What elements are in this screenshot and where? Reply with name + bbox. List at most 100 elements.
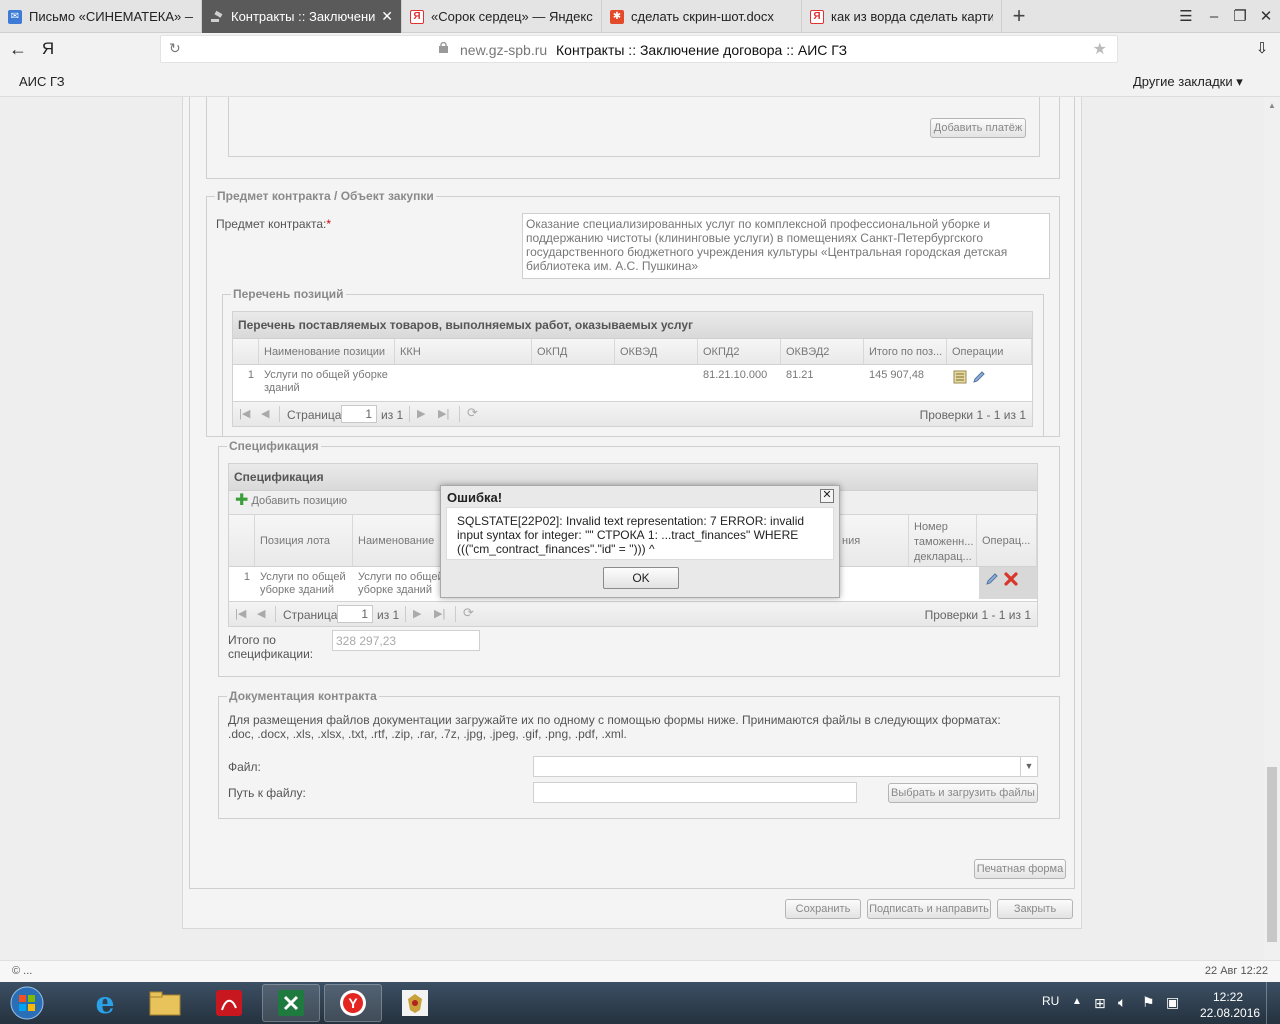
upload-files-button[interactable]: Выбрать и загрузить файлы (888, 783, 1038, 803)
next-page-icon[interactable]: ▶ (417, 407, 425, 420)
bookmark-ais-gz[interactable]: АИС ГЗ (19, 74, 65, 89)
minimize-icon[interactable]: – (1200, 0, 1228, 33)
refresh-icon[interactable]: ⟳ (467, 405, 478, 421)
star-icon[interactable]: ★ (1093, 39, 1107, 59)
col-operations[interactable]: Операции (947, 339, 1032, 364)
sign-and-send-button[interactable]: Подписать и направить (867, 899, 991, 919)
edit-icon[interactable] (984, 571, 1000, 587)
close-icon[interactable]: ✕ (820, 489, 834, 503)
menu-icon[interactable]: ☰ (1172, 0, 1200, 33)
tab-label: как из ворда сделать карти (831, 9, 993, 24)
col-position-name[interactable]: Наименование позиции (259, 339, 395, 364)
volume-icon[interactable]: 🔈︎ (1118, 994, 1126, 1024)
refresh-icon[interactable]: ⟳ (463, 605, 474, 621)
status-left: © ... (12, 965, 33, 977)
catalog-icon[interactable] (952, 369, 968, 385)
tray-expand-icon[interactable]: ▲ (1072, 996, 1082, 1024)
last-page-icon[interactable]: ▶| (434, 607, 445, 620)
tab-yandex-search[interactable]: Я «Сорок сердец» — Яндекс (402, 0, 602, 33)
col-kkn[interactable]: ККН (395, 339, 532, 364)
edit-icon[interactable] (971, 369, 987, 385)
prev-page-icon[interactable]: ◀ (257, 607, 265, 620)
yandex-browser-icon: Y (340, 990, 366, 1016)
tab-docx[interactable]: ✱ сделать скрин-шот.docx (602, 0, 802, 33)
add-position-button[interactable]: ✚ Добавить позицию (235, 493, 347, 509)
taskbar-excel[interactable] (262, 984, 320, 1022)
reload-icon[interactable]: ↻ (169, 40, 181, 57)
flag-icon[interactable]: ⚑ (1142, 994, 1155, 1024)
subject-label: Предмет контракта:* (216, 217, 332, 231)
close-window-icon[interactable]: ✕ (1252, 0, 1280, 33)
row-operations (979, 567, 1037, 599)
col-okpd[interactable]: ОКПД (532, 339, 615, 364)
subject-textarea[interactable]: Оказание специализированных услуг по ком… (522, 213, 1050, 279)
vertical-scrollbar[interactable]: ▲ (1264, 97, 1280, 960)
tab-contracts[interactable]: Контракты :: Заключение ✕ (202, 0, 402, 33)
download-icon[interactable]: ⇩ (1252, 33, 1272, 65)
col-customs-number[interactable]: Номер таможенн... декларац... (909, 515, 977, 566)
ie-icon: e (95, 985, 115, 1021)
col-spec-hidden[interactable]: ния (837, 515, 909, 566)
page-input[interactable]: 1 (337, 605, 373, 623)
taskbar-yandex-browser[interactable]: Y (324, 984, 382, 1022)
row-okpd2: 81.21.10.000 (703, 369, 768, 381)
start-button[interactable] (2, 984, 52, 1022)
page-input[interactable]: 1 (341, 405, 377, 423)
col-okved2[interactable]: ОКВЭД2 (781, 339, 864, 364)
url-field[interactable]: ↻ new.gz-spb.ru Контракты :: Заключение … (160, 35, 1118, 63)
col-okved[interactable]: ОКВЭД (615, 339, 698, 364)
close-icon[interactable]: ✕ (381, 8, 393, 25)
col-lot-position[interactable]: Позиция лота (255, 515, 353, 566)
positions-grid: Перечень поставляемых товаров, выполняем… (232, 311, 1033, 427)
close-button[interactable]: Закрыть (997, 899, 1073, 919)
scrollbar-thumb[interactable] (1267, 767, 1277, 942)
taskbar-pdf[interactable] (200, 984, 258, 1022)
path-label: Путь к файлу: (228, 786, 306, 800)
save-button[interactable]: Сохранить (785, 899, 861, 919)
col-total[interactable]: Итого по поз... (864, 339, 947, 364)
back-icon[interactable]: ← (6, 33, 30, 65)
row-num: 1 (243, 571, 250, 583)
print-form-button[interactable]: Печатная форма (974, 859, 1066, 879)
taskbar: e Y RU ▲ ⊞ 🔈︎ ⚑ ▣ 12:22 22.08.2016 (0, 982, 1280, 1024)
add-payment-button[interactable]: Добавить платёж (930, 118, 1026, 138)
scroll-up-icon[interactable]: ▲ (1268, 101, 1276, 110)
delete-icon[interactable] (1003, 571, 1019, 587)
positions-grid-header: Наименование позиции ККН ОКПД ОКВЭД ОКПД… (233, 339, 1032, 365)
next-page-icon[interactable]: ▶ (413, 607, 421, 620)
file-select[interactable]: ▼ (533, 756, 1038, 777)
table-row[interactable]: 1 Услуги по общей уборке зданий 81.21.10… (233, 365, 1032, 397)
taskbar-explorer[interactable] (136, 984, 194, 1022)
clock-time: 12:22 (1212, 990, 1244, 1004)
network-icon[interactable]: ▣ (1166, 994, 1179, 1024)
yandex-logo[interactable]: Я (38, 33, 58, 65)
yandex-icon: Я (810, 9, 824, 24)
other-bookmarks[interactable]: Другие закладки ▾ (1133, 74, 1243, 90)
restore-icon[interactable]: ❐ (1226, 0, 1254, 33)
documentation-info: Для размещения файлов документации загру… (228, 713, 1001, 741)
last-page-icon[interactable]: ▶| (438, 407, 449, 420)
row-operations (947, 365, 1007, 389)
prev-page-icon[interactable]: ◀ (261, 407, 269, 420)
clock[interactable]: 12:22 22.08.2016 (1200, 990, 1260, 1024)
tab-word-howto[interactable]: Я как из ворда сделать карти (802, 0, 1002, 33)
col-okpd2[interactable]: ОКПД2 (698, 339, 781, 364)
language-indicator[interactable]: RU (1042, 994, 1059, 1024)
tab-mail[interactable]: ✉ Письмо «СИНЕМАТЕКА» — (0, 0, 202, 33)
taskbar-app-emblem[interactable] (386, 984, 444, 1022)
show-desktop-button[interactable] (1266, 982, 1280, 1024)
status-bar: © ... 22 Авг 12:22 (0, 960, 1280, 982)
chevron-down-icon[interactable]: ▼ (1020, 757, 1037, 776)
windows-tray-icon[interactable]: ⊞ (1094, 995, 1106, 1024)
payments-grid (228, 97, 1040, 157)
windows-icon (10, 986, 44, 1020)
path-input[interactable] (533, 782, 857, 803)
taskbar-ie[interactable]: e (76, 984, 134, 1022)
first-page-icon[interactable]: |◀ (239, 407, 250, 420)
ok-button[interactable]: OK (603, 567, 679, 589)
col-spec-operations[interactable]: Операц... (977, 515, 1037, 566)
new-tab-button[interactable]: + (1005, 2, 1033, 30)
first-page-icon[interactable]: |◀ (235, 607, 246, 620)
page-of: из 1 (377, 608, 400, 622)
address-bar: ← Я ↻ new.gz-spb.ru Контракты :: Заключе… (0, 33, 1280, 92)
